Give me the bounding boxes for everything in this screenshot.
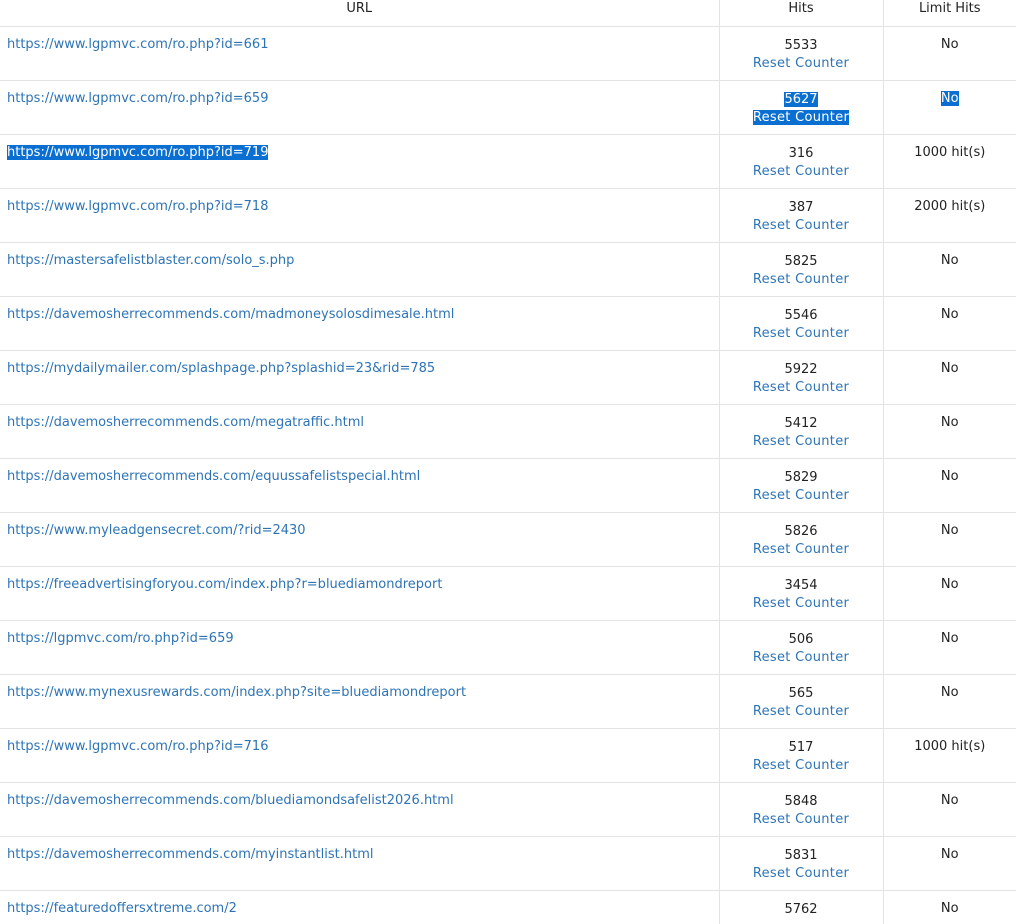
reset-counter-link[interactable]: Reset Counter [753,758,849,773]
hits-count: 5922 [784,362,818,377]
url-link[interactable]: https://www.myleadgensecret.com/?rid=243… [7,523,306,538]
hits-count: 3454 [784,578,818,593]
url-link[interactable]: https://mastersafelistblaster.com/solo_s… [7,253,294,268]
url-link[interactable]: https://davemosherrecommends.com/megatra… [7,415,364,430]
reset-counter-link[interactable]: Reset Counter [753,650,849,665]
table-row: https://davemosherrecommends.com/megatra… [0,404,1016,459]
table-row: https://davemosherrecommends.com/equussa… [0,458,1016,513]
table-row: https://www.myleadgensecret.com/?rid=243… [0,512,1016,567]
reset-counter-link[interactable]: Reset Counter [753,596,849,611]
url-link[interactable]: https://lgpmvc.com/ro.php?id=659 [7,631,234,646]
limit-hits-value: No [882,350,1016,405]
reset-counter-link[interactable]: Reset Counter [753,218,849,233]
table-row: https://davemosherrecommends.com/myinsta… [0,836,1016,891]
table-row: https://lgpmvc.com/ro.php?id=659 506 Rese… [0,620,1016,675]
table-row: https://davemosherrecommends.com/bluedia… [0,782,1016,837]
hits-count: 5762 [784,902,818,917]
hits-count: 5412 [784,416,818,431]
url-link[interactable]: https://davemosherrecommends.com/myinsta… [7,847,374,862]
table-row: https://mydailymailer.com/splashpage.php… [0,350,1016,405]
url-link[interactable]: https://www.lgpmvc.com/ro.php?id=661 [7,37,268,52]
table-row: https://www.mynexusrewards.com/index.php… [0,674,1016,729]
limit-hits-value: No [882,458,1016,513]
limit-hits-value: No [882,242,1016,297]
limit-hits-value: No [882,782,1016,837]
reset-counter-link[interactable]: Reset Counter [753,272,849,287]
url-link[interactable]: https://www.lgpmvc.com/ro.php?id=719 [7,145,269,160]
limit-hits-value: No [940,91,959,106]
column-header-hits: Hits [718,0,883,27]
reset-counter-link[interactable]: Reset Counter [753,704,849,719]
table-row: https://featuredoffersxtreme.com/2 5762 … [0,890,1016,924]
url-link[interactable]: https://www.lgpmvc.com/ro.php?id=659 [7,91,268,106]
hits-count: 387 [788,200,814,215]
limit-hits-value: No [882,674,1016,729]
table-row: https://www.lgpmvc.com/ro.php?id=661 553… [0,26,1016,81]
url-link[interactable]: https://freeadvertisingforyou.com/index.… [7,577,442,592]
table-row: https://www.lgpmvc.com/ro.php?id=716 517… [0,728,1016,783]
reset-counter-link[interactable]: Reset Counter [753,812,849,827]
hits-count: 5826 [784,524,818,539]
hits-count: 5546 [784,308,818,323]
hits-count: 565 [788,686,814,701]
hits-count: 5825 [784,254,818,269]
hits-count: 5829 [784,470,818,485]
limit-hits-value: No [882,404,1016,459]
reset-counter-link[interactable]: Reset Counter [753,542,849,557]
reset-counter-link[interactable]: Reset Counter [753,866,849,881]
url-link[interactable]: https://mydailymailer.com/splashpage.php… [7,361,435,376]
url-hits-table: URL Hits Limit Hits https://www.lgpmvc.c… [0,0,1016,924]
url-link[interactable]: https://davemosherrecommends.com/bluedia… [7,793,454,808]
hits-count: 517 [788,740,814,755]
hits-count: 5627 [784,92,818,107]
hits-count: 5831 [784,848,818,863]
url-link[interactable]: https://davemosherrecommends.com/madmone… [7,307,454,322]
table-row: https://freeadvertisingforyou.com/index.… [0,566,1016,621]
table-row: https://www.lgpmvc.com/ro.php?id=659 562… [0,80,1016,135]
reset-counter-link[interactable]: Reset Counter [753,488,849,503]
column-header-url: URL [0,0,719,27]
reset-counter-link[interactable]: Reset Counter [753,380,849,395]
table-row: https://mastersafelistblaster.com/solo_s… [0,242,1016,297]
limit-hits-value: No [882,890,1016,924]
table-row: https://www.lgpmvc.com/ro.php?id=718 387… [0,188,1016,243]
limit-hits-value: No [882,566,1016,621]
reset-counter-link[interactable]: Reset Counter [753,326,849,341]
limit-hits-value: No [882,296,1016,351]
url-link[interactable]: https://www.lgpmvc.com/ro.php?id=716 [7,739,268,754]
hits-count: 5533 [784,38,818,53]
limit-hits-value: 1000 hit(s) [882,134,1016,189]
url-link[interactable]: https://featuredoffersxtreme.com/2 [7,901,237,916]
header-row: URL Hits Limit Hits [0,0,1016,27]
limit-hits-value: No [882,26,1016,81]
hits-count: 5848 [784,794,818,809]
reset-counter-link[interactable]: Reset Counter [753,434,849,449]
hits-count: 506 [788,632,814,647]
limit-hits-value: No [882,620,1016,675]
reset-counter-link[interactable]: Reset Counter [752,110,850,125]
limit-hits-value: 1000 hit(s) [882,728,1016,783]
table-row: https://www.lgpmvc.com/ro.php?id=719 316… [0,134,1016,189]
reset-counter-link[interactable]: Reset Counter [753,56,849,71]
reset-counter-link[interactable]: Reset Counter [753,164,849,179]
limit-hits-value: 2000 hit(s) [882,188,1016,243]
limit-hits-value: No [882,512,1016,567]
hits-count: 316 [788,146,814,161]
url-link[interactable]: https://www.lgpmvc.com/ro.php?id=718 [7,199,268,214]
column-header-limit-hits: Limit Hits [882,0,1016,27]
url-link[interactable]: https://www.mynexusrewards.com/index.php… [7,685,466,700]
table-row: https://davemosherrecommends.com/madmone… [0,296,1016,351]
url-link[interactable]: https://davemosherrecommends.com/equussa… [7,469,420,484]
limit-hits-value: No [882,836,1016,891]
